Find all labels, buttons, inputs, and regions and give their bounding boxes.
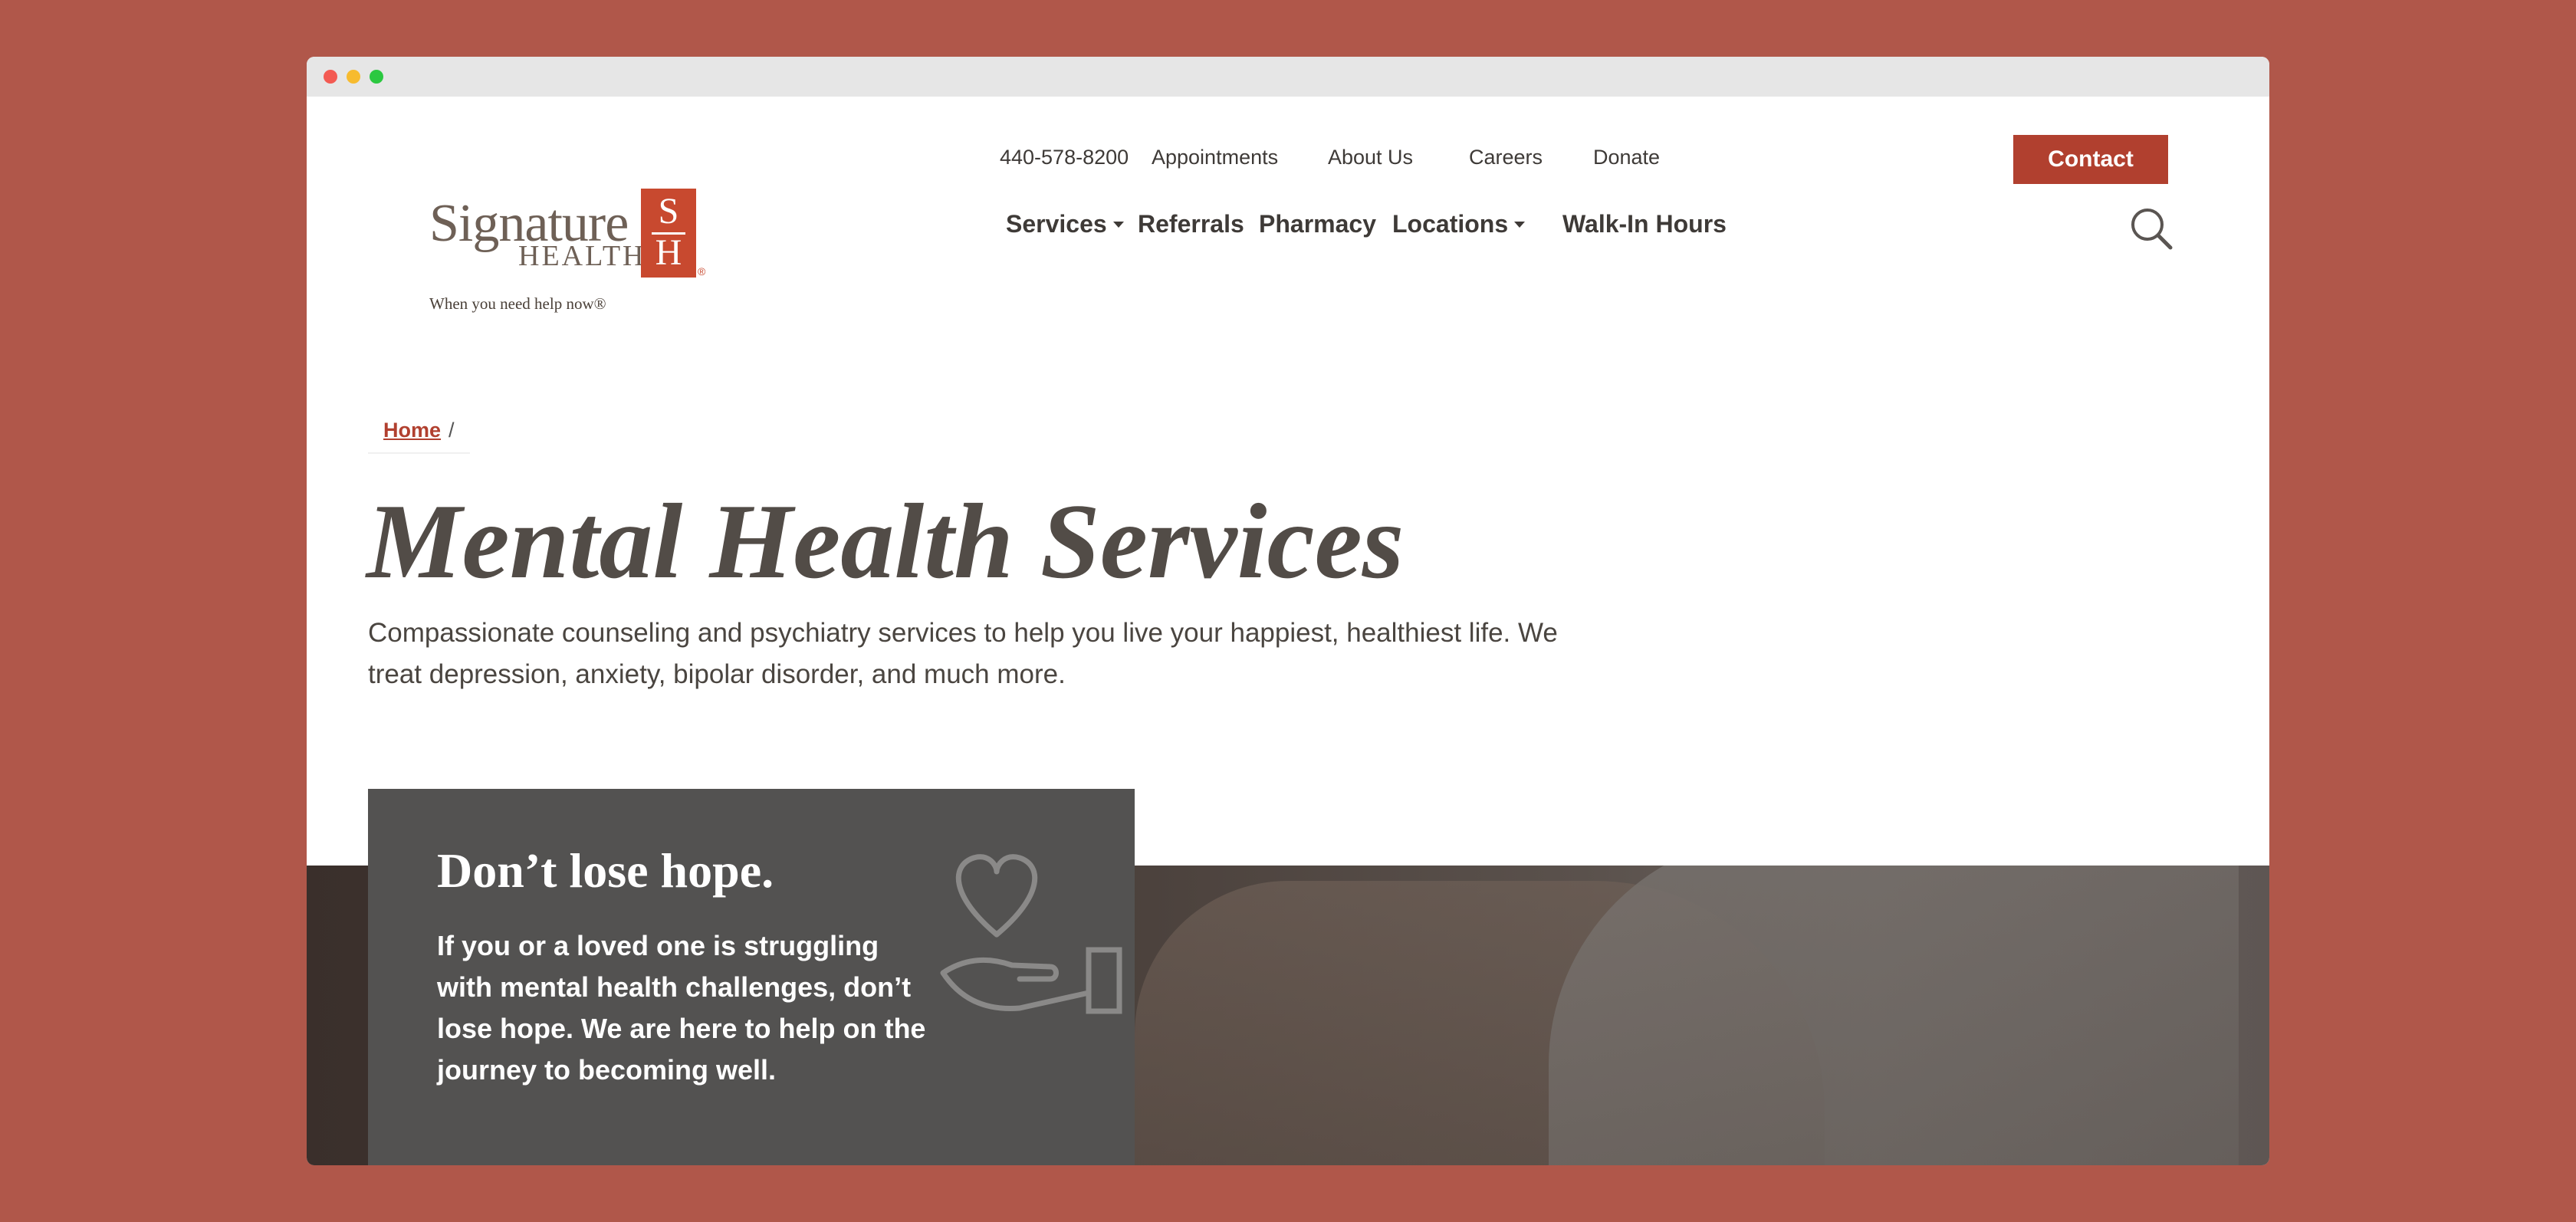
search-icon[interactable] (2128, 205, 2174, 251)
breadcrumb: Home / (368, 408, 470, 454)
breadcrumb-separator: / (449, 418, 455, 442)
hero-text: If you or a loved one is struggling with… (437, 930, 926, 1086)
hero-person-shape (1549, 866, 2239, 1165)
hero-message-box: Don’t lose hope. If you or a loved one i… (368, 789, 1135, 1165)
breadcrumb-home-link[interactable]: Home (383, 419, 441, 442)
phone-link[interactable]: 440-578-8200 (1000, 146, 1129, 169)
nav-referrals-label: Referrals (1138, 210, 1244, 238)
browser-window: Signature HEALTH S H ® When you need hel… (307, 57, 2269, 1165)
chevron-down-icon (1112, 221, 1124, 228)
window-titlebar (307, 57, 2269, 97)
hero-title: Don’t lose hope. (437, 843, 774, 898)
nav-walk-in-label: Walk-In Hours (1562, 210, 1727, 238)
page-intro: Compassionate counseling and psychiatry … (368, 618, 1558, 689)
nav-walk-in-hours[interactable]: Walk-In Hours (1562, 210, 1727, 238)
chevron-down-icon (1514, 221, 1526, 228)
close-window-dot[interactable] (324, 70, 337, 84)
nav-locations-label: Locations (1392, 210, 1509, 238)
logo-tagline: When you need help now® (429, 294, 606, 313)
logo-mark-s: S (658, 191, 679, 232)
minimize-window-dot[interactable] (347, 70, 360, 84)
careers-link[interactable]: Careers (1469, 146, 1543, 169)
registered-mark: ® (698, 265, 706, 278)
logo-mark-h: H (655, 232, 682, 273)
logo-mark: S H (641, 189, 696, 278)
nav-pharmacy-label: Pharmacy (1259, 210, 1376, 238)
nav-services[interactable]: Services (1006, 210, 1124, 238)
nav-locations[interactable]: Locations (1392, 210, 1526, 238)
appointments-link[interactable]: Appointments (1152, 146, 1278, 169)
nav-referrals[interactable]: Referrals (1138, 210, 1244, 238)
logo-subword: HEALTH (518, 240, 646, 272)
nav-services-label: Services (1006, 210, 1107, 238)
heart-in-hand-icon (935, 835, 1135, 1034)
maximize-window-dot[interactable] (370, 70, 383, 84)
donate-link[interactable]: Donate (1593, 146, 1660, 169)
contact-button[interactable]: Contact (2013, 135, 2168, 184)
page-title: Mental Health Services (366, 482, 1405, 601)
about-us-link[interactable]: About Us (1328, 146, 1413, 169)
site-logo[interactable]: Signature HEALTH S H ® When you need hel… (429, 133, 751, 333)
nav-pharmacy[interactable]: Pharmacy (1259, 210, 1376, 238)
